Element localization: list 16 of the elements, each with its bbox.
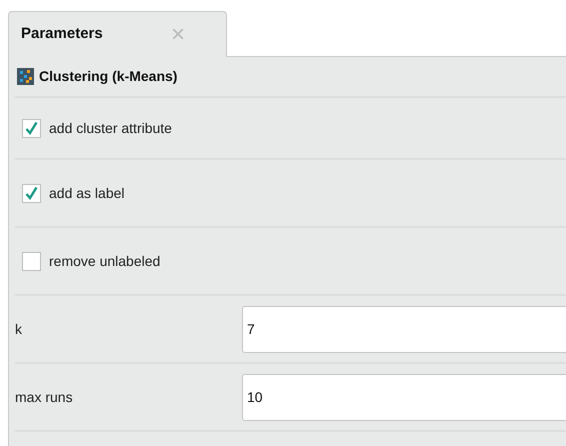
checkmark-icon: [25, 121, 38, 135]
parameter-label: max runs: [15, 388, 74, 406]
parameter-label: k: [15, 320, 23, 338]
checkbox[interactable]: [22, 184, 41, 202]
checkbox[interactable]: [22, 118, 41, 138]
checkmark-icon: [25, 186, 38, 200]
tab-label: Parameters: [21, 24, 104, 44]
scatter-icon: [17, 68, 34, 85]
checkbox[interactable]: [22, 252, 41, 270]
input-field[interactable]: 10: [242, 374, 566, 420]
tab[interactable]: Parameters ×: [8, 11, 227, 57]
checkbox-label: add as label: [49, 184, 125, 202]
operator-title: Clustering (k-Means): [39, 67, 178, 86]
checkbox-label: add cluster attribute: [49, 118, 172, 138]
input-field[interactable]: 7: [242, 306, 566, 352]
checkbox-label: remove unlabeled: [49, 252, 160, 270]
